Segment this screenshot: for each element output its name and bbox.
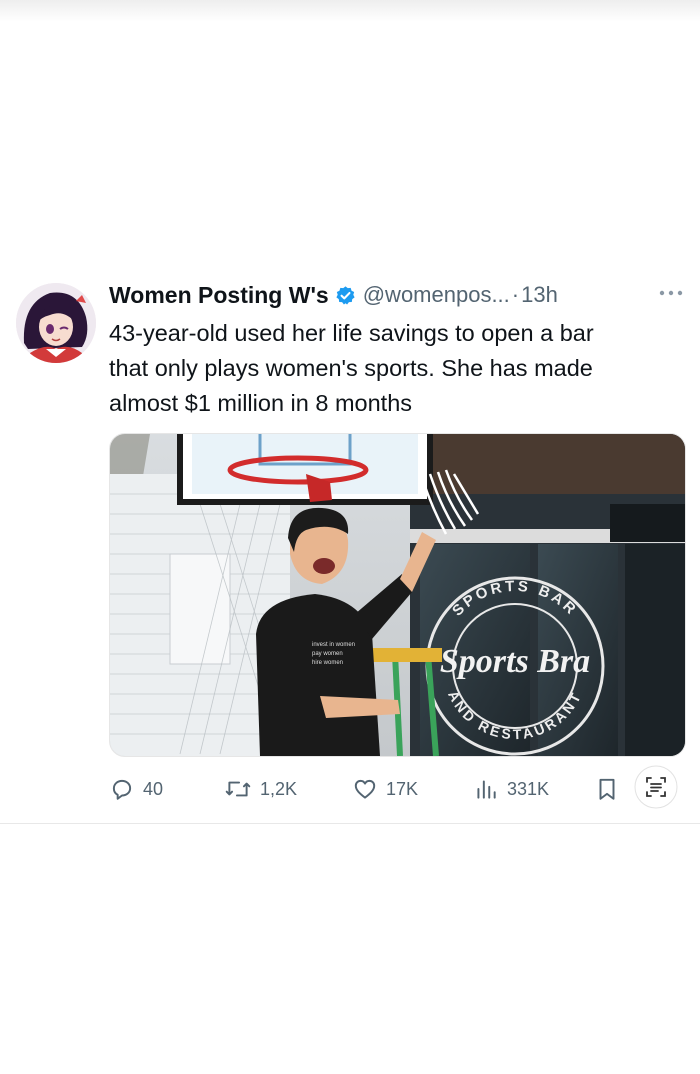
avatar[interactable]	[16, 283, 96, 363]
bookmark-button[interactable]	[595, 771, 619, 807]
views-icon	[473, 776, 499, 802]
tweet-text: 43-year-old used her life savings to ope…	[109, 316, 679, 421]
timestamp[interactable]: 13h	[521, 282, 558, 308]
reply-count: 40	[143, 778, 164, 799]
tweet[interactable]: Women Posting W's @womenpos... · 13h 43-…	[0, 268, 700, 823]
separator: ·	[511, 282, 520, 307]
tweet-text-line: that only plays women's sports. She has …	[109, 355, 593, 381]
tweet-text-line: almost $1 million in 8 months	[109, 390, 413, 416]
tweet-divider	[0, 823, 700, 824]
views-button[interactable]: 331K	[473, 771, 549, 807]
repost-button[interactable]: 1,2K	[224, 771, 297, 807]
repost-icon	[224, 776, 252, 802]
photo-scene: SPORTS BAR AND RESTAURANT Sports Bra inv…	[110, 434, 685, 756]
repost-count: 1,2K	[260, 778, 298, 799]
tweet-photo[interactable]: SPORTS BAR AND RESTAURANT Sports Bra inv…	[109, 433, 686, 757]
like-count: 17K	[386, 778, 419, 799]
reply-icon	[109, 776, 135, 802]
views-count: 331K	[507, 778, 550, 799]
verified-badge-icon	[335, 285, 356, 306]
text-scan-button[interactable]	[634, 765, 678, 809]
shirt-text-line: hire women	[312, 660, 343, 666]
action-bar: 40 1,2K 17K 331K	[109, 765, 684, 809]
text-scan-icon	[634, 765, 678, 809]
tweet-header: Women Posting W's @womenpos... · 13h	[109, 278, 689, 312]
like-button[interactable]: 17K	[352, 771, 418, 807]
reply-button[interactable]: 40	[109, 771, 163, 807]
avatar-anime-girl	[16, 283, 96, 363]
top-fade	[0, 0, 700, 22]
window-sign-center: Sports Bra	[440, 643, 590, 680]
heart-icon	[352, 776, 378, 802]
display-name[interactable]: Women Posting W's	[109, 282, 329, 309]
bookmark-icon	[595, 776, 619, 802]
handle[interactable]: @womenpos...	[363, 282, 510, 308]
tweet-text-line: 43-year-old used her life savings to ope…	[109, 320, 594, 346]
shirt-text-line: pay women	[312, 651, 343, 657]
more-options-icon[interactable]	[656, 286, 686, 300]
shirt-text-line: invest in women	[312, 642, 355, 648]
